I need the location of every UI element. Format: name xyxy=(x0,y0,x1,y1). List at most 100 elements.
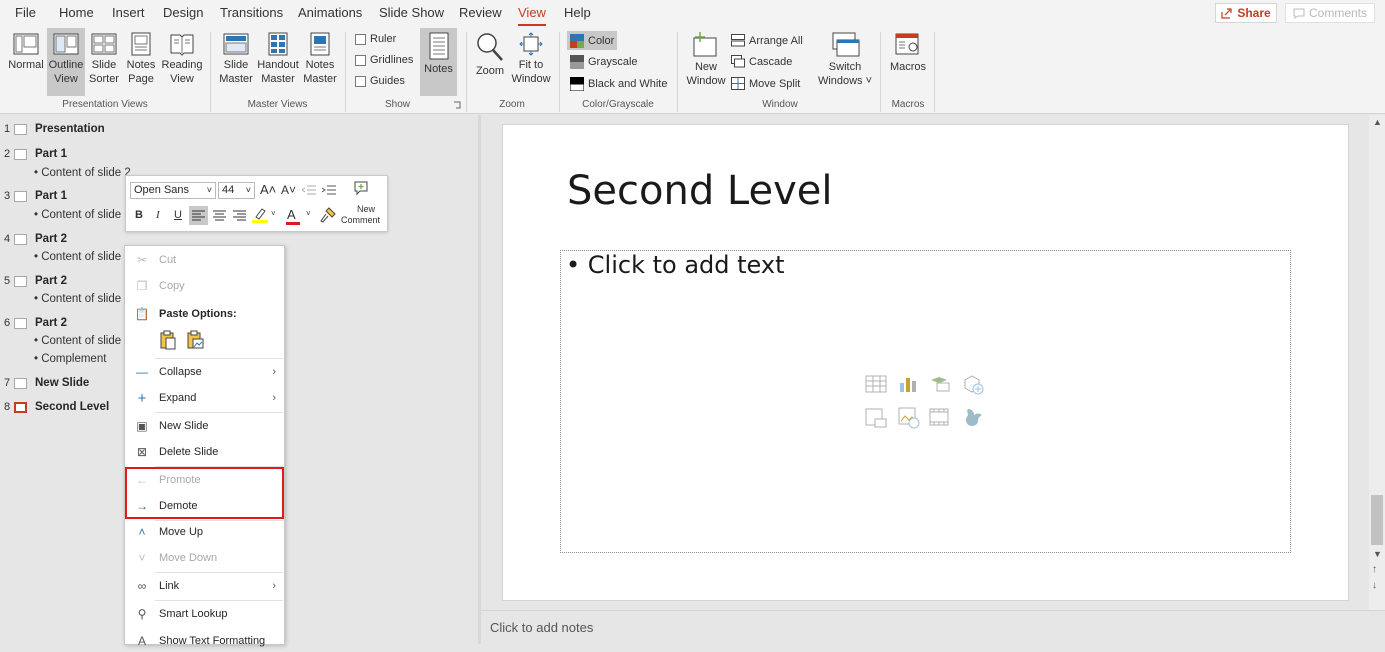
align-right-icon[interactable] xyxy=(233,210,246,221)
menu-item-move-up[interactable]: ˄ Move Up xyxy=(125,521,284,543)
share-button[interactable]: Share xyxy=(1215,3,1277,23)
tab-design[interactable]: Design xyxy=(163,5,203,20)
black-and-white-button[interactable]: Black and White xyxy=(570,77,667,91)
vertical-scrollbar[interactable]: ▲ ▼ ↑ ↓ xyxy=(1369,115,1385,610)
slide-title[interactable]: Presentation xyxy=(35,123,105,135)
notes-master-button[interactable]: Notes Master xyxy=(301,32,339,86)
insert-3d-model-icon[interactable] xyxy=(961,374,985,396)
underline-icon[interactable]: U xyxy=(174,209,182,221)
menu-item-expand[interactable]: + Expand › xyxy=(125,387,284,409)
scroll-up-icon[interactable]: ▲ xyxy=(1373,117,1382,127)
slide-bullet[interactable]: • Content of slide 2 xyxy=(34,167,131,179)
menu-item-smart-lookup[interactable]: ⚲ Smart Lookup xyxy=(125,603,284,625)
fit-to-window-button[interactable]: Fit to Window xyxy=(508,32,554,86)
reading-view-button[interactable]: Reading View xyxy=(160,32,204,86)
slide-master-button[interactable]: Slide Master xyxy=(216,32,256,86)
previous-slide-icon[interactable]: ↑ xyxy=(1372,564,1377,575)
paste-picture-button[interactable] xyxy=(186,330,204,350)
slide-bullet[interactable]: • Content of slide xyxy=(34,335,121,347)
grow-font-icon[interactable]: A˄ xyxy=(260,182,276,197)
slide-title[interactable]: Part 1 xyxy=(35,148,67,160)
paste-keep-formatting-button[interactable] xyxy=(159,330,177,350)
notes-toggle-button[interactable]: Notes xyxy=(420,28,457,96)
menu-item-new-slide[interactable]: ▣ New Slide xyxy=(125,415,284,437)
slide-title[interactable]: Second Level xyxy=(35,401,109,413)
notes-page-button[interactable]: Notes Page xyxy=(124,32,158,86)
move-split-button[interactable]: Move Split xyxy=(731,77,800,90)
content-placeholder-text[interactable]: • Click to add text xyxy=(566,251,785,279)
slide-title[interactable]: Part 1 xyxy=(35,190,67,202)
insert-pictures-icon[interactable] xyxy=(865,407,887,429)
align-left-button[interactable] xyxy=(189,206,208,225)
slide-title[interactable]: Part 2 xyxy=(35,317,67,329)
scrollbar-thumb[interactable] xyxy=(1371,495,1383,545)
outline-view-button[interactable]: Outline View xyxy=(47,28,85,96)
menu-item-show-text-formatting[interactable]: A Show Text Formatting xyxy=(125,630,284,652)
font-family-dropdown[interactable]: Open Sans ˅ xyxy=(130,182,216,199)
tab-help[interactable]: Help xyxy=(564,5,591,20)
insert-table-icon[interactable] xyxy=(865,375,887,393)
next-slide-icon[interactable]: ↓ xyxy=(1372,580,1377,591)
guides-checkbox[interactable]: Guides xyxy=(355,75,405,87)
italic-icon[interactable]: I xyxy=(156,209,160,221)
color-button[interactable]: Color xyxy=(567,31,618,50)
slide-bullet[interactable]: • Content of slide xyxy=(34,251,121,263)
format-painter-icon[interactable] xyxy=(320,207,336,223)
shrink-font-icon[interactable]: A˅ xyxy=(281,183,296,197)
slide-title[interactable]: Part 2 xyxy=(35,275,67,287)
chevron-down-icon[interactable]: ˅ xyxy=(271,209,276,218)
align-center-icon[interactable] xyxy=(213,210,226,221)
outline-slide-7[interactable]: 7 New Slide xyxy=(4,377,89,389)
zoom-button[interactable]: Zoom xyxy=(472,32,508,78)
highlighter-icon[interactable] xyxy=(252,207,268,224)
outline-slide-6[interactable]: 6 Part 2 xyxy=(4,317,67,329)
switch-windows-button[interactable]: Switch Windows ˅ xyxy=(816,32,874,88)
tab-slide-show[interactable]: Slide Show xyxy=(379,5,444,20)
grayscale-button[interactable]: Grayscale xyxy=(570,55,638,69)
slide-sorter-button[interactable]: Slide Sorter xyxy=(87,32,121,86)
tab-review[interactable]: Review xyxy=(459,5,502,20)
slide-title[interactable]: Part 2 xyxy=(35,233,67,245)
increase-indent-icon[interactable] xyxy=(322,185,336,196)
menu-item-link[interactable]: ∞ Link › xyxy=(125,575,284,597)
comments-button[interactable]: Comments xyxy=(1285,3,1375,23)
insert-online-pictures-icon[interactable] xyxy=(898,407,920,429)
notes-placeholder[interactable]: Click to add notes xyxy=(490,620,593,635)
notes-pane[interactable]: Click to add notes xyxy=(481,610,1385,644)
normal-view-button[interactable]: Normal xyxy=(6,32,46,72)
dialog-launcher-icon[interactable] xyxy=(453,101,461,109)
slide-bullet[interactable]: • Content of slide xyxy=(34,209,121,221)
tab-home[interactable]: Home xyxy=(59,5,94,20)
insert-chart-icon[interactable] xyxy=(898,375,918,393)
gridlines-checkbox[interactable]: Gridlines xyxy=(355,54,413,66)
ruler-checkbox[interactable]: Ruler xyxy=(355,33,396,45)
decrease-indent-icon[interactable] xyxy=(302,185,316,196)
font-size-dropdown[interactable]: 44 ˅ xyxy=(218,182,255,199)
insert-video-icon[interactable] xyxy=(929,408,949,426)
chevron-down-icon[interactable]: ˅ xyxy=(306,209,311,218)
slide-title-placeholder[interactable]: Second Level xyxy=(567,168,833,214)
slide-title[interactable]: New Slide xyxy=(35,377,89,389)
scroll-down-icon[interactable]: ▼ xyxy=(1373,549,1382,559)
menu-item-move-down[interactable]: ˅ Move Down xyxy=(125,547,284,569)
tab-file[interactable]: File xyxy=(15,5,36,20)
content-placeholder[interactable] xyxy=(560,250,1291,553)
outline-slide-5[interactable]: 5 Part 2 xyxy=(4,275,67,287)
tab-insert[interactable]: Insert xyxy=(112,5,145,20)
menu-item-copy[interactable]: ❐ Copy xyxy=(125,275,284,297)
outline-slide-1[interactable]: 1 Presentation xyxy=(4,123,105,135)
macros-button[interactable]: Macros xyxy=(886,32,930,74)
outline-slide-4[interactable]: 4 Part 2 xyxy=(4,233,67,245)
menu-item-collapse[interactable]: — Collapse › xyxy=(125,361,284,383)
outline-slide-2[interactable]: 2 Part 1 xyxy=(4,148,67,160)
tab-animations[interactable]: Animations xyxy=(298,5,362,20)
insert-icons-icon[interactable] xyxy=(962,406,984,428)
slide-bullet[interactable]: • Content of slide xyxy=(34,293,121,305)
new-window-button[interactable]: New Window xyxy=(684,32,728,88)
outline-slide-3[interactable]: 3 Part 1 xyxy=(4,190,67,202)
insert-smartart-icon[interactable] xyxy=(929,375,951,393)
cascade-button[interactable]: Cascade xyxy=(731,55,792,68)
menu-item-delete-slide[interactable]: ⊠ Delete Slide xyxy=(125,441,284,463)
menu-item-cut[interactable]: ✂ Cut xyxy=(125,249,284,271)
tab-view[interactable]: View xyxy=(518,5,546,27)
